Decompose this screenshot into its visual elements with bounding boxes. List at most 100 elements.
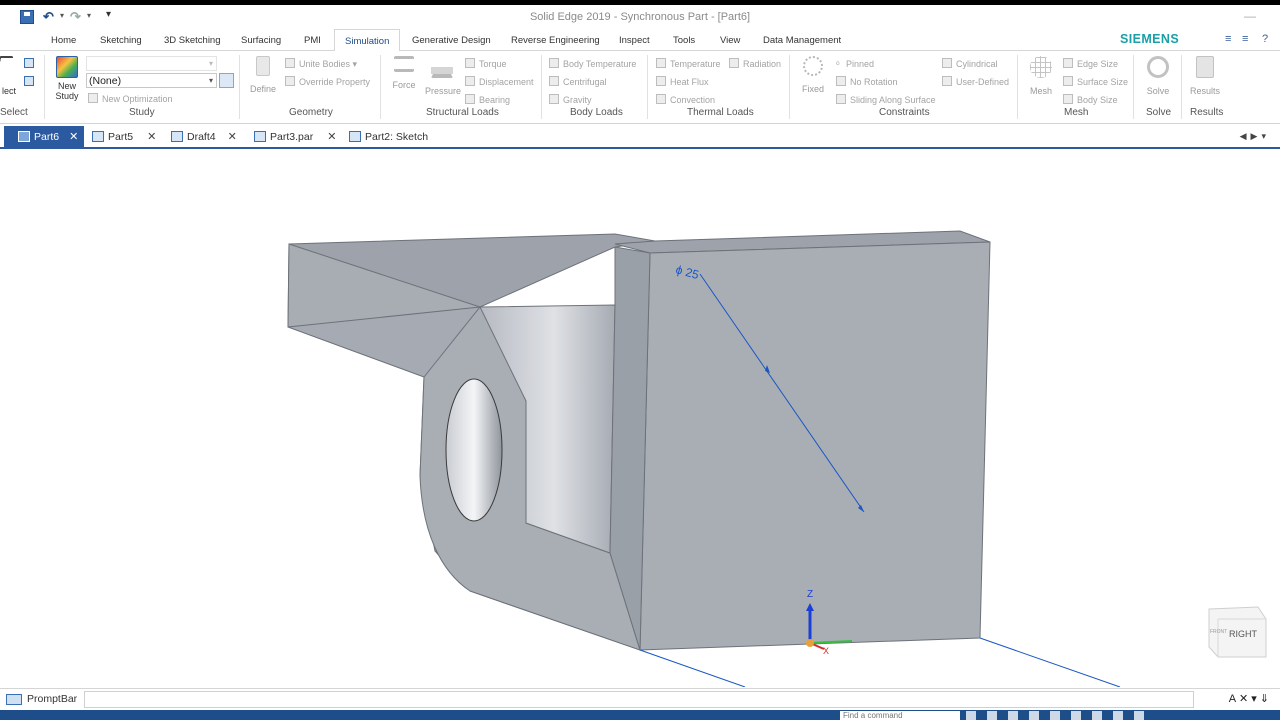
prompt-bar-field[interactable] bbox=[84, 691, 1194, 708]
cylindrical-icon bbox=[942, 58, 952, 68]
mesh-icon bbox=[1030, 56, 1052, 78]
view-icon[interactable] bbox=[966, 711, 976, 720]
unite-bodies-button[interactable]: Unite Bodies ▾ bbox=[285, 58, 357, 70]
tab-generative-design[interactable]: Generative Design bbox=[412, 29, 491, 51]
prompt-bar-icon bbox=[6, 694, 22, 705]
separator bbox=[541, 55, 542, 119]
study-options-icon[interactable] bbox=[219, 73, 234, 88]
gravity-button[interactable]: Gravity bbox=[549, 94, 592, 106]
body-temperature-button[interactable]: Body Temperature bbox=[549, 58, 636, 70]
tab-home[interactable]: Home bbox=[51, 29, 76, 51]
sketch-icon bbox=[349, 131, 361, 142]
study-type-dropdown[interactable]: ▾ bbox=[86, 56, 217, 71]
doc-tab-part5[interactable]: Part5 ✕ bbox=[92, 126, 156, 148]
define-button[interactable]: Define bbox=[246, 56, 280, 94]
separator bbox=[44, 55, 45, 119]
fit-icon[interactable] bbox=[987, 711, 997, 720]
style-icon[interactable] bbox=[1071, 711, 1081, 720]
force-button[interactable]: Force bbox=[387, 56, 421, 90]
separator bbox=[1181, 55, 1182, 119]
triad-x-label: X bbox=[823, 646, 829, 656]
displacement-button[interactable]: Displacement bbox=[465, 76, 534, 88]
tab-inspect[interactable]: Inspect bbox=[619, 29, 650, 51]
convection-icon bbox=[656, 94, 666, 104]
convection-button[interactable]: Convection bbox=[656, 94, 715, 106]
body-size-button[interactable]: Body Size bbox=[1063, 94, 1118, 106]
doc-tab-part6[interactable]: Part6 ✕ bbox=[4, 126, 85, 148]
pan-icon[interactable] bbox=[1029, 711, 1039, 720]
section-icon[interactable] bbox=[1113, 711, 1123, 720]
separator bbox=[239, 55, 240, 119]
close-icon[interactable]: ✕ bbox=[69, 126, 78, 148]
part-icon bbox=[92, 131, 104, 142]
tab-3d-sketching[interactable]: 3D Sketching bbox=[164, 29, 221, 51]
tab-surfacing[interactable]: Surfacing bbox=[241, 29, 281, 51]
centrifugal-button[interactable]: Centrifugal bbox=[549, 76, 607, 88]
tab-pmi[interactable]: PMI bbox=[304, 29, 321, 51]
rotate-icon[interactable] bbox=[1050, 711, 1060, 720]
zoom-icon[interactable] bbox=[1008, 711, 1018, 720]
part-icon bbox=[254, 131, 266, 142]
sliding-along-surface-button[interactable]: Sliding Along Surface bbox=[836, 94, 936, 106]
new-optimization-button[interactable]: New Optimization bbox=[88, 93, 173, 105]
user-defined-button[interactable]: User-Defined bbox=[942, 76, 1009, 88]
torque-button[interactable]: Torque bbox=[465, 58, 507, 70]
tab-simulation[interactable]: Simulation bbox=[334, 29, 401, 52]
help-icon[interactable]: ? bbox=[1262, 34, 1273, 45]
prompt-bar-tools-icon[interactable]: A✕▾⇓ bbox=[1229, 692, 1272, 705]
close-icon[interactable]: ✕ bbox=[147, 126, 156, 148]
fixed-label: Fixed bbox=[801, 84, 824, 94]
pressure-button[interactable]: Pressure bbox=[425, 56, 461, 96]
solid-edge-window: ↶ ▾ ↷ ▾ ▾ Solid Edge 2019 - Synchronous … bbox=[0, 0, 1280, 720]
close-icon[interactable]: ✕ bbox=[327, 126, 336, 148]
pinned-button[interactable]: ⁰ Pinned bbox=[836, 58, 874, 70]
tab-reverse-engineering[interactable]: Reverse Engineering bbox=[511, 29, 600, 51]
separator bbox=[1017, 55, 1018, 119]
fixed-button[interactable]: Fixed bbox=[796, 56, 830, 94]
draft-icon bbox=[171, 131, 183, 142]
solve-button[interactable]: Solve bbox=[1141, 56, 1175, 96]
layout-icon[interactable]: ≡ bbox=[1225, 34, 1236, 45]
group-label-study: Study bbox=[129, 107, 155, 118]
select-filter-icon[interactable] bbox=[24, 58, 38, 70]
find-command-input[interactable] bbox=[840, 711, 960, 720]
list-icon[interactable]: ≡ bbox=[1242, 34, 1253, 45]
override-property-button[interactable]: Override Property bbox=[285, 76, 370, 88]
new-study-button[interactable]: New Study bbox=[50, 56, 84, 101]
no-rotation-button[interactable]: No Rotation bbox=[836, 76, 898, 88]
close-icon[interactable]: ✕ bbox=[228, 126, 237, 148]
doc-tab-part3[interactable]: Part3.par ✕ bbox=[254, 126, 336, 148]
display-icon[interactable] bbox=[1134, 711, 1144, 720]
new-study-icon bbox=[56, 56, 78, 78]
no-rotation-icon bbox=[836, 76, 846, 86]
edge-size-button[interactable]: Edge Size bbox=[1063, 58, 1118, 70]
mesh-button[interactable]: Mesh bbox=[1024, 56, 1058, 96]
heat-flux-button[interactable]: Heat Flux bbox=[656, 76, 709, 88]
chevron-down-icon: ▾ bbox=[208, 76, 213, 85]
doc-tab-draft4[interactable]: Draft4 ✕ bbox=[171, 126, 237, 148]
tab-data-management[interactable]: Data Management bbox=[763, 29, 841, 51]
tab-view[interactable]: View bbox=[720, 29, 740, 51]
select-box-icon[interactable] bbox=[24, 76, 38, 88]
window-title: Solid Edge 2019 - Synchronous Part - [Pa… bbox=[529, 11, 751, 23]
temperature-button[interactable]: Temperature bbox=[656, 58, 721, 70]
graphics-viewport[interactable]: ϕ 25 Z X RIGHT FRONT bbox=[0, 151, 1280, 687]
select-button[interactable]: lect bbox=[0, 56, 16, 96]
tab-scroll-arrows-icon[interactable]: ◀▶▾ bbox=[1240, 131, 1270, 142]
cursor-icon bbox=[0, 56, 14, 70]
separator bbox=[789, 55, 790, 119]
view-cube: RIGHT FRONT bbox=[1208, 606, 1267, 658]
shading-icon[interactable] bbox=[1092, 711, 1102, 720]
bearing-button[interactable]: Bearing bbox=[465, 94, 510, 106]
minimize-icon[interactable]: — bbox=[1244, 9, 1256, 23]
surface-size-button[interactable]: Surface Size bbox=[1063, 76, 1128, 88]
tab-tools[interactable]: Tools bbox=[673, 29, 695, 51]
doc-tab-part2-sketch[interactable]: Part2: Sketch bbox=[349, 126, 428, 148]
cylindrical-button[interactable]: Cylindrical bbox=[942, 58, 998, 70]
group-label-mesh: Mesh bbox=[1064, 107, 1089, 118]
radiation-button[interactable]: Radiation bbox=[729, 58, 781, 70]
study-select-dropdown[interactable]: (None) ▾ bbox=[86, 73, 217, 88]
results-button[interactable]: Results bbox=[1188, 56, 1222, 96]
study-select-value: (None) bbox=[89, 75, 122, 87]
tab-sketching[interactable]: Sketching bbox=[100, 29, 142, 51]
